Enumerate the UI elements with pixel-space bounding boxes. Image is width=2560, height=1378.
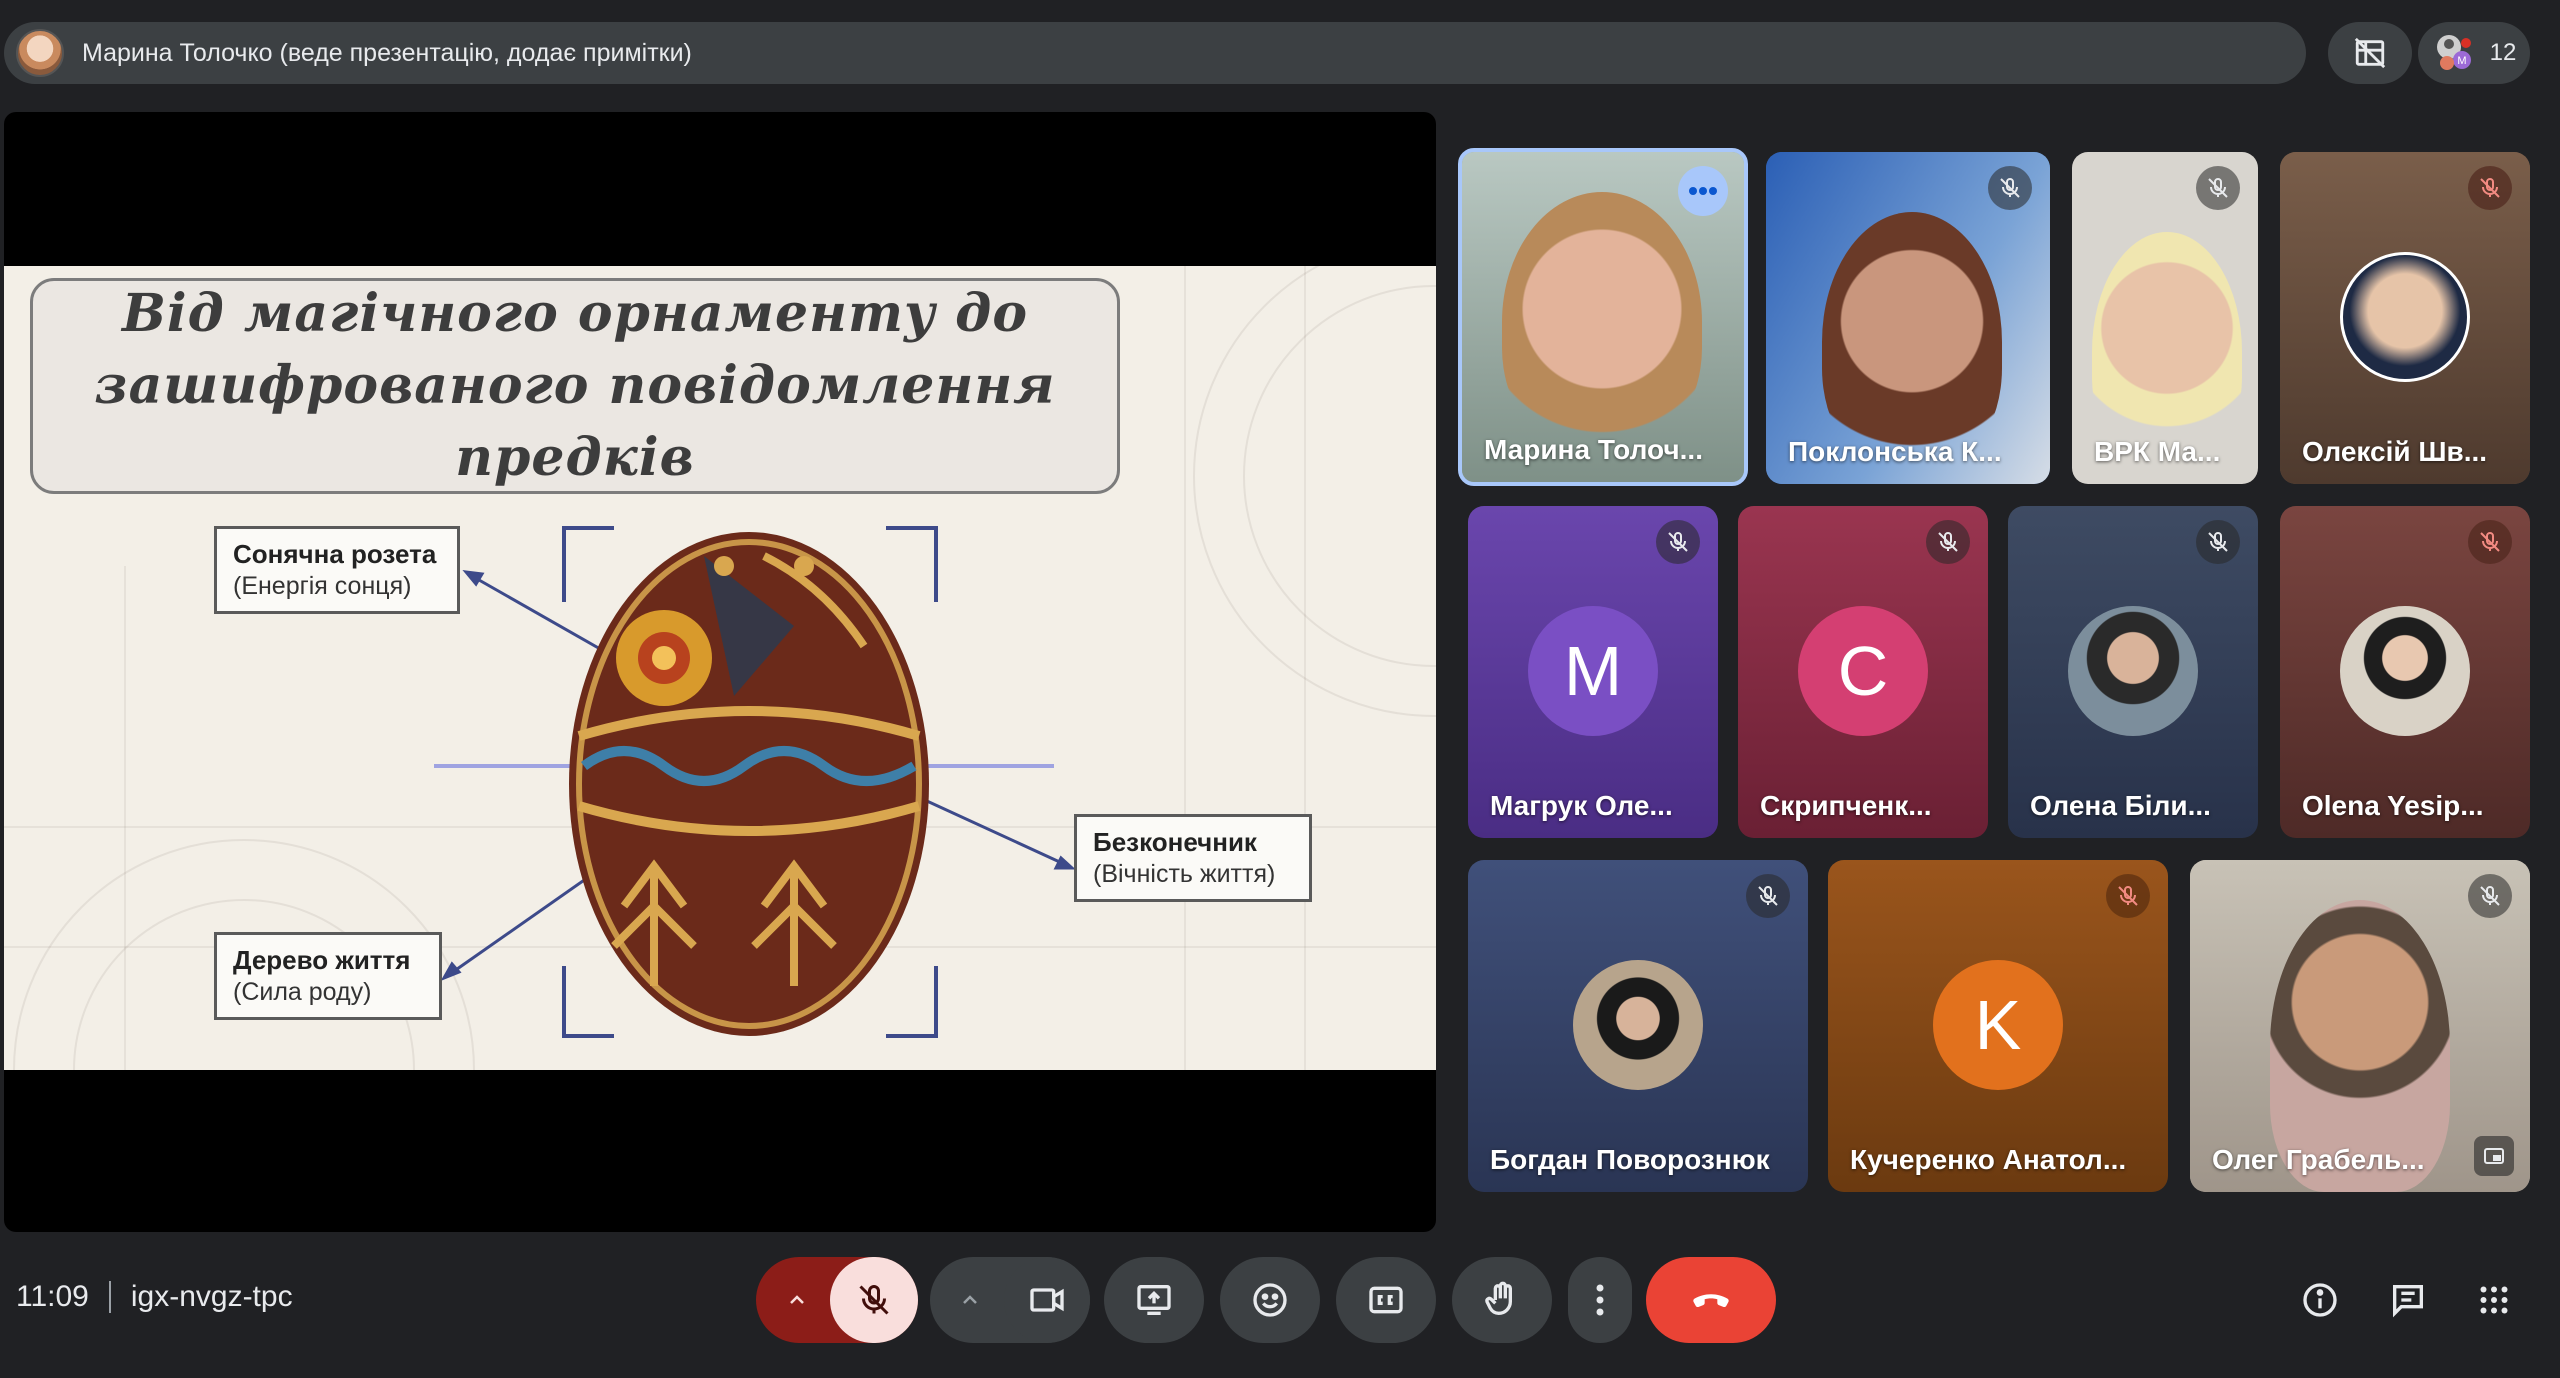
mic-off-icon [2106, 874, 2150, 918]
label-title: Сонячна розета [233, 539, 437, 569]
video-camera-icon [1030, 1288, 1064, 1312]
audio-options-button[interactable] [756, 1257, 838, 1343]
presenter-status-text: Марина Толочко (веде презентацію, додає … [82, 38, 692, 67]
hang-up-icon [1693, 1294, 1729, 1308]
hidden-tiles-button[interactable] [2328, 22, 2412, 84]
label-title: Дерево життя [233, 945, 411, 975]
participant-avatar [2340, 252, 2470, 382]
label-subtitle: (Вічність життя) [1093, 860, 1276, 888]
pysanka-egg-image [569, 532, 929, 1036]
label-tree-of-life: Дерево життя (Сила роду) [214, 932, 442, 1020]
participant-name: Олексій Шв... [2302, 436, 2488, 467]
participant-avatar [2340, 606, 2470, 736]
participant-tile[interactable]: Марина Толоч... [1458, 148, 1748, 486]
slide-title-line-1: Від магічного орнаменту до [121, 283, 1029, 344]
label-title: Безконечник [1093, 827, 1257, 857]
participant-name: Олена Біли... [2030, 790, 2211, 821]
slide-title-line-2: зашифрованого повідомлення предків [94, 355, 1056, 488]
participant-video [1822, 212, 2002, 472]
more-vert-icon [1596, 1284, 1604, 1316]
slide-title-box: Від магічного орнаменту до зашифрованого… [30, 278, 1120, 494]
participant-tile[interactable]: С Скрипченк... [1738, 506, 1988, 838]
label-sun-rosette: Сонячна розета (Енергія сонця) [214, 526, 460, 614]
participant-name: Кучеренко Анатол... [1850, 1144, 2127, 1175]
participant-tile[interactable]: K Кучеренко Анатол... [1828, 860, 2168, 1192]
mic-off-icon [1988, 166, 2032, 210]
mic-off-icon [1926, 520, 1970, 564]
svg-text:M: M [2457, 55, 2466, 67]
mic-off-icon [859, 1285, 889, 1315]
participant-name: Olena Yesip... [2302, 790, 2484, 821]
closed-captions-icon [1369, 1286, 1403, 1314]
participant-avatar [1573, 960, 1703, 1090]
participant-tile[interactable]: Олег Грабель... [2190, 860, 2530, 1192]
reactions-button[interactable] [1220, 1257, 1320, 1343]
participant-avatar [2068, 606, 2198, 736]
mic-off-icon [2468, 520, 2512, 564]
participant-name: Марина Толоч... [1484, 434, 1703, 465]
clock-time: 11:09 [16, 1280, 89, 1313]
presentation-stage: Від магічного орнаменту до зашифрованого… [4, 112, 1436, 1232]
divider [108, 1281, 111, 1313]
emoji-icon [1253, 1283, 1287, 1317]
meeting-code: igx-nvgz-tpc [130, 1280, 293, 1313]
mic-off-icon [2196, 166, 2240, 210]
video-off-grid-icon [2354, 37, 2386, 69]
participant-tile[interactable]: Olena Yesip... [2280, 506, 2530, 838]
info-icon [2303, 1283, 2337, 1317]
participant-tile[interactable]: M Магрук Оле... [1468, 506, 1718, 838]
raise-hand-icon [1485, 1281, 1512, 1316]
presenter-banner: Марина Толочко (веде презентацію, додає … [4, 22, 2306, 84]
participant-tile[interactable]: Богдан Поворознюк [1468, 860, 1808, 1192]
mic-off-icon [1656, 520, 1700, 564]
participant-name: ВРК Ма... [2094, 436, 2221, 467]
mic-off-icon [1746, 874, 1790, 918]
participant-name: Скрипченк... [1760, 790, 1932, 821]
participant-name: Магрук Оле... [1490, 790, 1673, 821]
present-screen-icon [1137, 1285, 1171, 1315]
participant-video [1502, 192, 1702, 452]
participant-count: 12 [2489, 39, 2517, 66]
participants-button[interactable]: M 12 [2418, 22, 2530, 84]
raise-hand-button[interactable] [1452, 1257, 1552, 1343]
participant-tile[interactable]: ВРК Ма... [2072, 152, 2258, 484]
leave-call-button[interactable] [1646, 1257, 1776, 1343]
participant-avatar: С [1798, 606, 1928, 736]
chevron-up-icon [963, 1295, 977, 1304]
mic-off-icon [2196, 520, 2240, 564]
slide: Від магічного орнаменту до зашифрованого… [4, 266, 1436, 1070]
participant-avatar: M [1528, 606, 1658, 736]
chat-button[interactable] [2380, 1272, 2436, 1328]
participant-tile[interactable]: Поклонська К... [1766, 152, 2050, 484]
mic-off-icon [2468, 874, 2512, 918]
meeting-details-button[interactable] [2292, 1272, 2348, 1328]
more-options-icon[interactable] [1678, 166, 1728, 216]
mic-toggle-button[interactable] [830, 1257, 918, 1343]
more-options-button[interactable] [1568, 1257, 1632, 1343]
activities-button[interactable] [2466, 1272, 2522, 1328]
participant-name: Олег Грабель... [2212, 1144, 2425, 1175]
chevron-up-icon [790, 1295, 804, 1304]
participant-avatar: K [1933, 960, 2063, 1090]
people-avatars-icon: M [2436, 35, 2471, 70]
camera-toggle-button[interactable] [1004, 1257, 1090, 1343]
captions-button[interactable] [1336, 1257, 1436, 1343]
participant-tile[interactable]: Олексій Шв... [2280, 152, 2530, 484]
participant-name: Богдан Поворознюк [1490, 1144, 1770, 1175]
presenter-avatar [16, 29, 64, 77]
apps-grid-icon [2480, 1286, 2508, 1314]
present-screen-button[interactable] [1104, 1257, 1204, 1343]
label-infinity: Безконечник (Вічність життя) [1074, 814, 1312, 902]
label-subtitle: (Енергія сонця) [233, 572, 412, 600]
participant-name: Поклонська К... [1788, 436, 2002, 467]
video-options-button[interactable] [930, 1257, 1010, 1343]
meeting-info: 11:09 igx-nvgz-tpc [16, 1280, 293, 1314]
label-subtitle: (Сила роду) [233, 978, 372, 1006]
mic-off-icon [2468, 166, 2512, 210]
picture-in-picture-icon[interactable] [2474, 1136, 2514, 1176]
chat-icon [2393, 1285, 2423, 1318]
participant-tile[interactable]: Олена Біли... [2008, 506, 2258, 838]
